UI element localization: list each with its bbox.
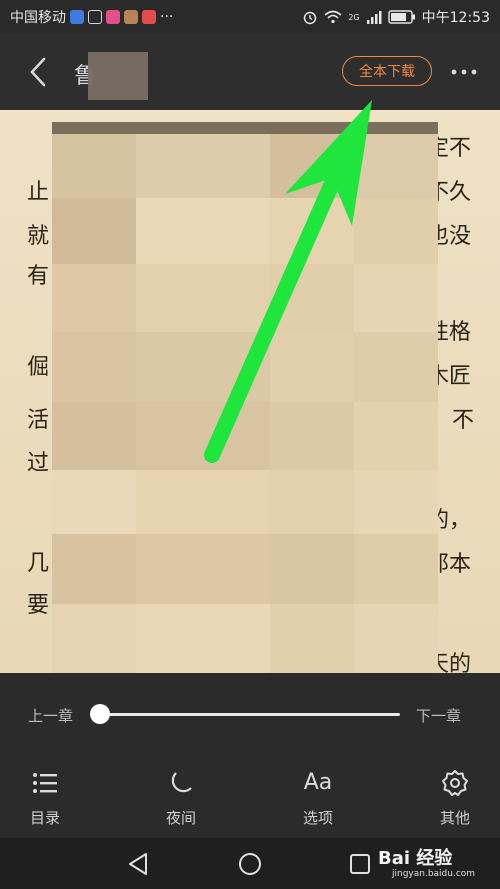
- more-dots-icon: [451, 69, 477, 75]
- battery-icon: [387, 10, 415, 24]
- chapter-progress-thumb[interactable]: [90, 704, 110, 724]
- reader-controls: 上一章 下一章 目录 夜间 Aa 选项 其他: [0, 673, 500, 838]
- gear-icon: [442, 770, 468, 796]
- nav-back-button[interactable]: [118, 848, 158, 880]
- music-app-icon: [106, 10, 120, 24]
- text-left-char: 有: [27, 264, 50, 289]
- menu-label: 选项: [302, 809, 333, 827]
- download-full-book-button[interactable]: 全本下载: [342, 56, 432, 86]
- alarm-icon: [304, 11, 317, 25]
- menu-night-mode-button[interactable]: 夜间: [141, 769, 221, 833]
- status-left: 中国移动 ···: [10, 7, 173, 27]
- record-app-icon: [142, 10, 156, 24]
- status-right: 2G 中午12:53: [302, 7, 490, 27]
- text-left-char: 几: [27, 551, 50, 576]
- triangle-back-icon: [129, 853, 147, 875]
- font-options-icon: Aa: [303, 770, 333, 795]
- text-left-char: 止: [27, 180, 50, 205]
- text-left-char: 过: [27, 451, 50, 476]
- list-icon: [33, 773, 57, 793]
- title-redaction: [88, 52, 148, 100]
- watermark-logo: Bai 经验: [378, 848, 453, 869]
- system-nav-bar: Bai 经验 jingyan.baidu.com: [0, 838, 500, 889]
- status-bar: 中国移动 ··· 2G 中午12:53: [0, 0, 500, 34]
- mosaic-redaction: [52, 122, 438, 673]
- chevron-left-icon: [30, 57, 46, 87]
- more-button[interactable]: [450, 60, 478, 84]
- menu-label: 夜间: [165, 809, 196, 827]
- text-left-char: 就: [27, 224, 50, 249]
- watermark-url: jingyan.baidu.com: [392, 869, 476, 879]
- play-app-icon: [88, 10, 102, 24]
- text-left-char: 活: [27, 408, 50, 433]
- nav-recents-button[interactable]: [340, 848, 380, 880]
- bear-app-icon: [124, 10, 138, 24]
- text-left-char: 要: [27, 593, 50, 618]
- clock: 中午12:53: [421, 10, 490, 26]
- carrier-label: 中国移动: [10, 10, 66, 26]
- text-left-char: 倔: [27, 355, 50, 380]
- next-chapter-button[interactable]: 下一章: [416, 705, 461, 726]
- signal-icon: [366, 11, 382, 24]
- moon-icon: [171, 772, 192, 793]
- mosaic-top-bar: [52, 122, 438, 134]
- network-type: 2G: [348, 12, 360, 22]
- chapter-progress-track[interactable]: [100, 713, 400, 716]
- menu-label: 目录: [29, 809, 60, 827]
- menu-other-button[interactable]: 其他: [415, 769, 495, 833]
- text-right-chars: 不: [452, 408, 475, 433]
- menu-catalog-button[interactable]: 目录: [5, 769, 85, 833]
- back-button[interactable]: [22, 54, 54, 90]
- shield-app-icon: [70, 10, 84, 24]
- reading-page[interactable]: 止 就 有 倔 活 过 几 要 定不 不久 也没 性格 木匠 不 的， 那本 天…: [0, 110, 500, 673]
- square-recents-icon: [350, 854, 370, 874]
- circle-home-icon: [239, 853, 261, 875]
- wifi-icon: [324, 10, 342, 24]
- more-notifications: ···: [160, 9, 174, 25]
- prev-chapter-button[interactable]: 上一章: [28, 705, 73, 726]
- menu-options-button[interactable]: Aa 选项: [278, 769, 358, 833]
- menu-label: 其他: [439, 809, 470, 827]
- app-bar: 鲁 全本下载: [0, 34, 500, 110]
- nav-home-button[interactable]: [230, 848, 270, 880]
